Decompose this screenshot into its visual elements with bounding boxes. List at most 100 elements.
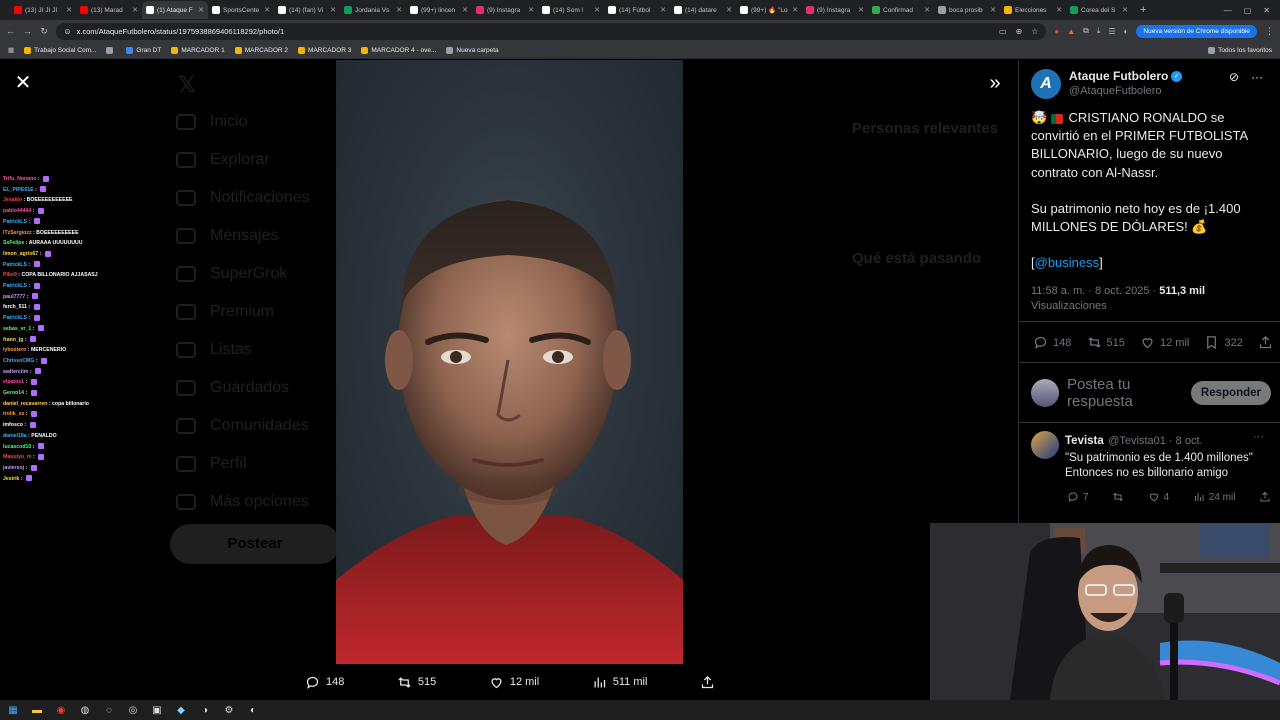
more-options-icon[interactable]: ··· bbox=[1251, 70, 1263, 84]
bookmark-item[interactable]: MARCADOR 2 bbox=[234, 46, 288, 54]
reply-views[interactable]: 24 mil bbox=[1193, 491, 1235, 503]
browser-tab[interactable]: Jordania Vs ✕ bbox=[340, 1, 406, 19]
browser-tab[interactable]: (99+) 🔥 "Lo ✕ bbox=[736, 1, 802, 19]
tab-close-icon[interactable]: ✕ bbox=[594, 6, 600, 14]
bookmark-star-icon[interactable]: ☆ bbox=[1031, 27, 1038, 36]
repost-action[interactable]: 515 bbox=[397, 675, 436, 690]
browser-tab[interactable]: Confirmad ✕ bbox=[868, 1, 934, 19]
tab-close-icon[interactable]: ✕ bbox=[330, 6, 336, 14]
reply-reply[interactable]: 7 bbox=[1067, 491, 1089, 503]
maximize-icon[interactable]: ▢ bbox=[1244, 6, 1252, 15]
downloads-icon[interactable]: ⤓ bbox=[1097, 26, 1101, 36]
like-action[interactable]: 12 mil bbox=[489, 675, 539, 690]
stats-share[interactable] bbox=[1258, 335, 1273, 350]
cast-icon[interactable]: ▭ bbox=[999, 27, 1007, 36]
browser-tab[interactable]: Corea del S ✕ bbox=[1066, 1, 1132, 19]
reply-name[interactable]: Tevista bbox=[1065, 435, 1104, 447]
tab-close-icon[interactable]: ✕ bbox=[924, 6, 930, 14]
all-bookmarks[interactable]: Todos los favoritos bbox=[1208, 46, 1272, 54]
file-explorer-icon[interactable]: ▬ bbox=[30, 703, 44, 717]
reply-button[interactable]: Responder bbox=[1190, 381, 1271, 405]
settings-gear-icon[interactable]: ⚙ bbox=[222, 703, 236, 717]
bookmark-item[interactable]: MARCADOR 3 bbox=[298, 46, 351, 54]
grok-icon[interactable]: ⊘ bbox=[1229, 70, 1239, 84]
browser-tab[interactable]: (14) Fútbol ✕ bbox=[604, 1, 670, 19]
reply-tweet[interactable]: Tevista @Tevista01 · 8 oct. "Su patrimon… bbox=[1031, 431, 1271, 503]
forward-icon[interactable]: → bbox=[23, 26, 32, 36]
chrome-icon[interactable]: ◉ bbox=[54, 703, 68, 717]
tab-close-icon[interactable]: ✕ bbox=[1056, 6, 1062, 14]
browser-tab[interactable]: (13) Marad ✕ bbox=[76, 1, 142, 19]
browser-tab[interactable]: boca prosib ✕ bbox=[934, 1, 1000, 19]
reply-share[interactable] bbox=[1259, 491, 1271, 503]
browser-tab[interactable]: SportsCente ✕ bbox=[208, 1, 274, 19]
stats-like[interactable]: 12 mil bbox=[1140, 335, 1189, 350]
bookmark-item[interactable] bbox=[106, 46, 116, 54]
reply-input[interactable]: Postea tu respuesta bbox=[1067, 376, 1167, 410]
tab-close-icon[interactable]: ✕ bbox=[660, 6, 666, 14]
tab-close-icon[interactable]: ✕ bbox=[858, 6, 864, 14]
tab-close-icon[interactable]: ✕ bbox=[990, 6, 996, 14]
bookmark-item[interactable]: MARCADOR 1 bbox=[171, 46, 225, 54]
back-icon[interactable]: ← bbox=[6, 26, 15, 36]
author-avatar[interactable]: A bbox=[1031, 69, 1061, 99]
site-info-icon[interactable]: ⊜ bbox=[64, 27, 70, 36]
extension-red-icon[interactable]: ● bbox=[1054, 27, 1059, 36]
address-bar[interactable]: ⊜ x.com/AtaqueFutbolero/status/197593886… bbox=[56, 22, 1047, 40]
window-close-icon[interactable]: ✕ bbox=[1263, 6, 1270, 15]
menu-icon[interactable]: ☰ bbox=[1108, 27, 1115, 36]
app-icon-5[interactable]: ◑ bbox=[198, 703, 212, 717]
browser-tab[interactable]: (13) JI JI JI ✕ bbox=[10, 1, 76, 19]
bookmark-item[interactable]: Gran DT bbox=[126, 46, 161, 54]
tab-close-icon[interactable]: ✕ bbox=[726, 6, 732, 14]
browser-tab[interactable]: (1) Ataque F ✕ bbox=[142, 1, 208, 19]
app-icon-6[interactable]: ◐ bbox=[246, 703, 260, 717]
tab-close-icon[interactable]: ✕ bbox=[528, 6, 534, 14]
bookmark-item[interactable]: Nueva carpeta bbox=[446, 46, 499, 54]
stats-repost[interactable]: 515 bbox=[1087, 335, 1125, 350]
apps-icon[interactable]: ▦ bbox=[8, 46, 14, 54]
extension-orange-icon[interactable]: ▲ bbox=[1067, 27, 1075, 36]
browser-tab[interactable]: (14) Som l ✕ bbox=[538, 1, 604, 19]
tweet-photo[interactable] bbox=[336, 60, 683, 664]
app-icon-2[interactable]: ◌ bbox=[102, 703, 116, 717]
zoom-icon[interactable]: ⊕ bbox=[1015, 27, 1022, 36]
tab-close-icon[interactable]: ✕ bbox=[462, 6, 468, 14]
app-icon-4[interactable]: ◆ bbox=[174, 703, 188, 717]
bookmark-item[interactable]: MARCADOR 4 - ove... bbox=[361, 46, 436, 54]
close-icon[interactable]: ✕ bbox=[13, 73, 33, 93]
tab-close-icon[interactable]: ✕ bbox=[264, 6, 270, 14]
reply-like[interactable]: 4 bbox=[1148, 491, 1169, 503]
author-name[interactable]: Ataque Futbolero bbox=[1069, 69, 1168, 83]
author-handle[interactable]: @AtaqueFutbolero bbox=[1069, 85, 1182, 97]
reply-repost[interactable] bbox=[1112, 491, 1124, 503]
kebab-menu-icon[interactable]: ⋮ bbox=[1265, 26, 1274, 37]
tweet-time[interactable]: 11:58 a. m. · 8 oct. 2025 · bbox=[1031, 285, 1159, 297]
browser-tab[interactable]: (99+) lincen ✕ bbox=[406, 1, 472, 19]
obs-icon[interactable]: ◎ bbox=[126, 703, 140, 717]
reply-more-icon[interactable]: ··· bbox=[1253, 431, 1264, 443]
profile-icon[interactable]: ◐ bbox=[1124, 27, 1129, 36]
stats-reply[interactable]: 148 bbox=[1033, 335, 1071, 350]
tab-close-icon[interactable]: ✕ bbox=[396, 6, 402, 14]
tab-close-icon[interactable]: ✕ bbox=[792, 6, 798, 14]
reply-action[interactable]: 148 bbox=[305, 675, 344, 690]
tab-close-icon[interactable]: ✕ bbox=[132, 6, 138, 14]
browser-tab[interactable]: (9) Instagra ✕ bbox=[802, 1, 868, 19]
chrome-update-button[interactable]: Nueva versión de Chrome disponible bbox=[1136, 24, 1257, 38]
app-icon-1[interactable]: ◍ bbox=[78, 703, 92, 717]
stats-bookmark[interactable]: 322 bbox=[1204, 335, 1243, 350]
browser-tab[interactable]: (14) datare ✕ bbox=[670, 1, 736, 19]
tab-close-icon[interactable]: ✕ bbox=[1122, 6, 1128, 14]
reload-icon[interactable]: ↻ bbox=[40, 26, 48, 37]
tab-close-icon[interactable]: ✕ bbox=[198, 6, 204, 14]
browser-tab[interactable]: Elecciones ✕ bbox=[1000, 1, 1066, 19]
business-link[interactable]: @business bbox=[1035, 255, 1100, 270]
views-action[interactable]: 511 mil bbox=[592, 675, 647, 690]
app-icon-3[interactable]: ▣ bbox=[150, 703, 164, 717]
new-tab-icon[interactable]: + bbox=[1132, 4, 1154, 16]
extensions-icon[interactable]: ⧉ bbox=[1083, 26, 1089, 36]
reply-avatar[interactable] bbox=[1031, 431, 1059, 459]
bookmark-item[interactable]: Trabajo Social Com... bbox=[24, 46, 96, 54]
user-avatar[interactable] bbox=[1031, 379, 1059, 407]
